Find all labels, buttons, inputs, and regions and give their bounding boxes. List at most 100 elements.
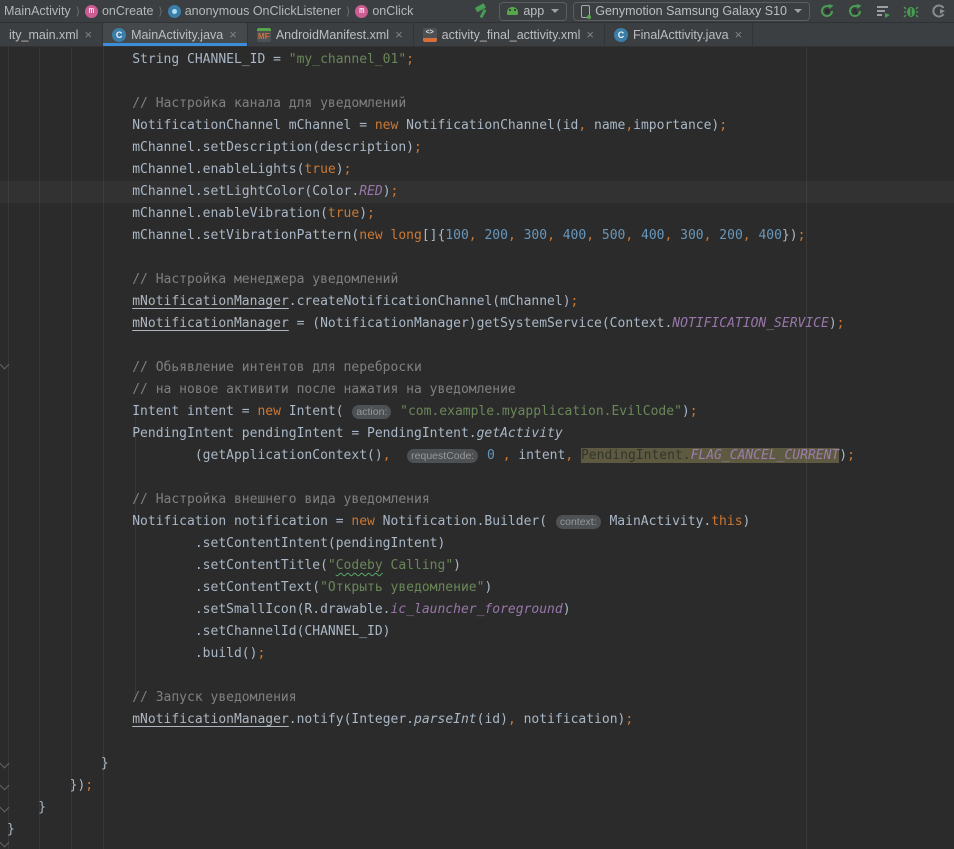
code-token xyxy=(495,448,503,463)
code-token: mNotificationManager xyxy=(132,294,289,309)
run-toolbar: app Genymotion Samsung Galaxy S10 A xyxy=(471,1,952,21)
make-project-button[interactable] xyxy=(471,1,493,21)
code-editor[interactable]: String CHANNEL_ID = "my_channel_01"; // … xyxy=(0,47,954,849)
editor-tab[interactable]: CMainActivity.java× xyxy=(103,23,248,46)
code-token: // Настройка внешнего вида уведомления xyxy=(7,492,430,507)
tab-label: AndroidManifest.xml xyxy=(276,28,389,42)
code-line[interactable]: mNotificationManager.notify(Integer.pars… xyxy=(0,709,954,731)
code-token: } xyxy=(7,800,46,815)
parameter-hint: action: xyxy=(352,405,391,419)
code-token xyxy=(594,228,602,243)
code-line[interactable]: // Запуск уведомления xyxy=(0,687,954,709)
code-line[interactable]: } xyxy=(0,819,954,841)
code-line[interactable] xyxy=(0,665,954,687)
code-token: , xyxy=(508,712,516,727)
code-token: NotificationChannel(id xyxy=(398,118,578,133)
code-line[interactable]: // на новое активити после нажатия на ув… xyxy=(0,379,954,401)
editor-tab[interactable]: <>activity_final_acttivity.xml× xyxy=(414,23,605,46)
code-line[interactable]: NotificationChannel mChannel = new Notif… xyxy=(0,115,954,137)
code-token: 300 xyxy=(680,228,703,243)
run-configuration-select[interactable]: app xyxy=(499,2,567,21)
profile-disabled-button[interactable] xyxy=(928,1,950,21)
code-token: ; xyxy=(798,228,806,243)
code-line[interactable]: .setContentTitle("Codeby Calling") xyxy=(0,555,954,577)
code-token: } xyxy=(7,756,109,771)
code-token: ) xyxy=(743,514,751,529)
code-token xyxy=(479,448,487,463)
code-token: , xyxy=(547,228,555,243)
chevron-down-icon xyxy=(794,9,802,13)
code-line[interactable] xyxy=(0,335,954,357)
code-line[interactable]: .setContentText("Открыть уведомление") xyxy=(0,577,954,599)
code-token: , xyxy=(625,228,633,243)
parameter-hint: context: xyxy=(556,515,601,529)
code-line[interactable]: .setSmallIcon(R.drawable.ic_launcher_for… xyxy=(0,599,954,621)
debug-button[interactable] xyxy=(900,1,922,21)
code-line[interactable]: mChannel.setDescription(description); xyxy=(0,137,954,159)
code-line[interactable]: } xyxy=(0,797,954,819)
breadcrumb-item[interactable]: MainActivity xyxy=(2,4,73,18)
code-token: ; xyxy=(571,294,579,309)
apply-code-changes-icon: A xyxy=(847,3,863,19)
code-line[interactable]: mChannel.setVibrationPattern(new long[]{… xyxy=(0,225,954,247)
close-icon[interactable]: × xyxy=(394,28,404,41)
code-line[interactable]: // Настройка внешнего вида уведомления xyxy=(0,489,954,511)
close-icon[interactable]: × xyxy=(83,28,93,41)
code-line[interactable] xyxy=(0,247,954,269)
code-token: RED xyxy=(359,184,382,199)
code-token: name xyxy=(586,118,625,133)
editor-tab[interactable]: MF AndroidManifest.xml × xyxy=(248,23,414,46)
code-token: , xyxy=(503,448,511,463)
code-token: }) xyxy=(782,228,798,243)
code-token: // Настройка канала для уведомлений xyxy=(7,96,406,111)
code-token: mChannel.setDescription(description) xyxy=(7,140,414,155)
code-line[interactable]: .setChannelId(CHANNEL_ID) xyxy=(0,621,954,643)
code-line[interactable]: mChannel.enableVibration(true); xyxy=(0,203,954,225)
code-line[interactable] xyxy=(0,71,954,93)
close-icon[interactable]: × xyxy=(585,28,595,41)
method-icon: m xyxy=(355,5,368,18)
close-icon[interactable]: × xyxy=(228,28,238,41)
code-token: .build() xyxy=(7,646,257,661)
code-line[interactable]: } xyxy=(0,753,954,775)
code-line[interactable]: mChannel.enableLights(true); xyxy=(0,159,954,181)
chevron-down-icon xyxy=(551,9,559,13)
editor-tab[interactable]: CFinalActtivity.java× xyxy=(605,23,753,46)
code-line[interactable]: }); xyxy=(0,775,954,797)
code-line[interactable]: .build(); xyxy=(0,643,954,665)
code-token: .setChannelId(CHANNEL_ID) xyxy=(7,624,391,639)
device-select[interactable]: Genymotion Samsung Galaxy S10 xyxy=(573,2,810,21)
code-line[interactable]: // Настройка менеджера уведомлений xyxy=(0,269,954,291)
code-line[interactable]: mNotificationManager = (NotificationMana… xyxy=(0,313,954,335)
breadcrumb-item[interactable]: anonymous OnClickListener xyxy=(166,4,343,18)
manifest-xml-icon: MF xyxy=(257,28,271,42)
breadcrumb-item[interactable]: monClick xyxy=(353,4,415,18)
code-token: ; xyxy=(719,118,727,133)
code-line[interactable]: PendingIntent pendingIntent = PendingInt… xyxy=(0,423,954,445)
code-line[interactable] xyxy=(0,731,954,753)
breadcrumb-item[interactable]: monCreate xyxy=(83,4,155,18)
code-token: 300 xyxy=(524,228,547,243)
code-line[interactable]: // Обьявление интентов для переброски xyxy=(0,357,954,379)
code-line[interactable]: String CHANNEL_ID = "my_channel_01"; xyxy=(0,49,954,71)
code-token: FLAG_CANCEL_CURRENT xyxy=(691,448,840,463)
code-token: = (NotificationManager)getSystemService(… xyxy=(289,316,673,331)
code-line[interactable]: mNotificationManager.createNotificationC… xyxy=(0,291,954,313)
profiler-button[interactable] xyxy=(872,1,894,21)
apply-changes-restart-button[interactable] xyxy=(816,1,838,21)
code-line[interactable] xyxy=(0,467,954,489)
code-line-caret[interactable]: mChannel.setLightColor(Color.RED); xyxy=(0,181,954,203)
code-area[interactable]: String CHANNEL_ID = "my_channel_01"; // … xyxy=(0,47,954,841)
code-line[interactable]: .setContentIntent(pendingIntent) xyxy=(0,533,954,555)
editor-tab[interactable]: ity_main.xml× xyxy=(0,23,103,46)
code-token: // на новое активити после нажатия на ув… xyxy=(7,382,516,397)
code-line[interactable]: (getApplicationContext(), requestCode: 0… xyxy=(0,445,954,467)
code-token: notification) xyxy=(516,712,626,727)
code-token: 200 xyxy=(719,228,742,243)
code-token: ; xyxy=(391,184,399,199)
code-line[interactable]: // Настройка канала для уведомлений xyxy=(0,93,954,115)
apply-code-changes-button[interactable]: A xyxy=(844,1,866,21)
code-line[interactable]: Notification notification = new Notifica… xyxy=(0,511,954,533)
code-line[interactable]: Intent intent = new Intent( action: "com… xyxy=(0,401,954,423)
close-icon[interactable]: × xyxy=(734,28,744,41)
